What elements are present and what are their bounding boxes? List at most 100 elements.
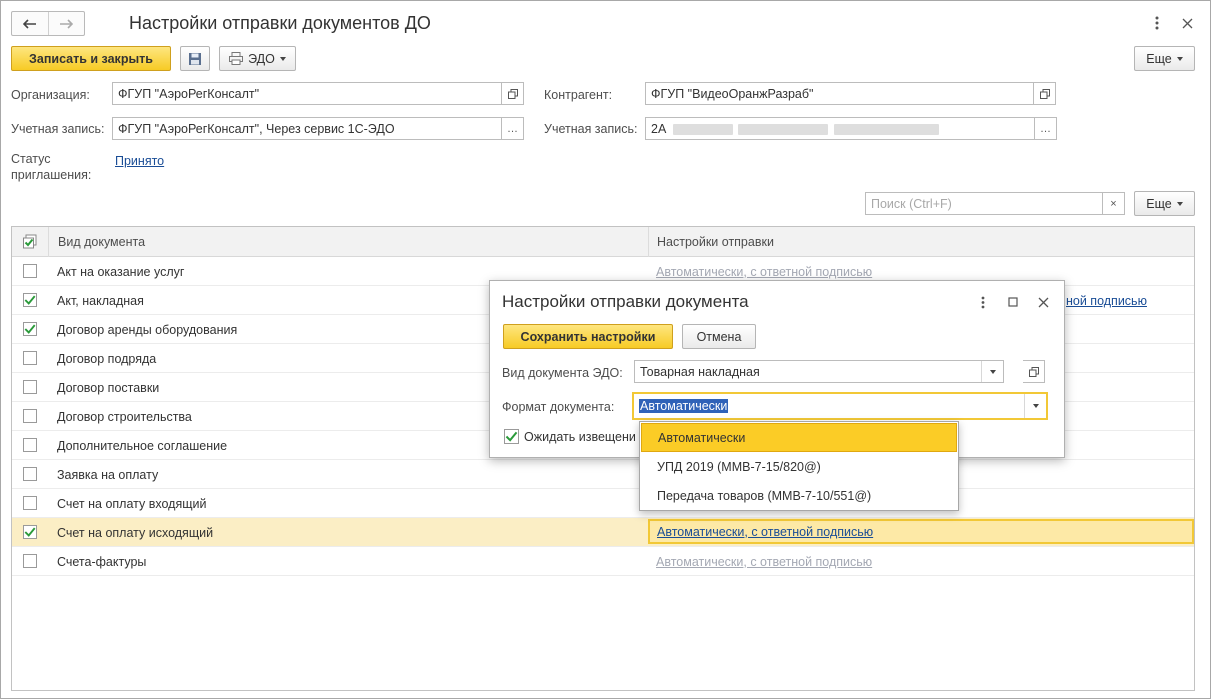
cancel-button[interactable]: Отмена	[682, 324, 756, 349]
row-checkbox[interactable]	[23, 409, 37, 423]
account-field[interactable]: ФГУП "АэроРегКонсалт", Через сервис 1С-Э…	[112, 117, 502, 140]
row-checkbox[interactable]	[23, 467, 37, 481]
table-header: Вид документа Настройки отправки	[12, 227, 1194, 257]
row-checkbox[interactable]	[23, 264, 37, 278]
chevron-down-icon	[1176, 201, 1183, 206]
row-checkbox[interactable]	[23, 380, 37, 394]
check-all-icon	[23, 234, 37, 249]
check-icon	[24, 324, 36, 334]
row-checkbox[interactable]	[23, 438, 37, 452]
chevron-down-icon	[989, 369, 996, 374]
doc-type-value: Товарная накладная	[640, 364, 760, 379]
organization-field[interactable]: ФГУП "АэроРегКонсалт"	[112, 82, 502, 105]
document-type-cell: Счет на оплату входящий	[57, 496, 207, 511]
redacted-text	[738, 124, 828, 135]
table-row-selected[interactable]: Счет на оплату исходящий Автоматически, …	[12, 518, 1194, 547]
row-checkbox[interactable]	[23, 322, 37, 336]
status-link[interactable]: Принято	[115, 154, 164, 168]
doc-type-label: Вид документа ЭДО:	[502, 366, 623, 380]
save-settings-button[interactable]: Сохранить настройки	[503, 324, 673, 349]
row-checkbox[interactable]	[23, 525, 37, 539]
dropdown-option-goods-transfer[interactable]: Передача товаров (ММВ-7-10/551@)	[641, 481, 957, 510]
format-field[interactable]: Автоматически	[632, 392, 1048, 420]
row-checkbox[interactable]	[23, 554, 37, 568]
open-window-icon	[1028, 366, 1039, 377]
send-setting-link[interactable]: Автоматически, с ответной подписью	[656, 547, 872, 576]
row-checkbox[interactable]	[23, 351, 37, 365]
chevron-down-icon	[279, 56, 286, 61]
counterparty-account-value: 2А	[651, 121, 667, 136]
format-label: Формат документа:	[502, 400, 615, 414]
edo-menu-button[interactable]: ЭДО	[219, 46, 296, 71]
check-icon	[24, 527, 36, 537]
more-label: Еще	[1146, 51, 1172, 66]
more-vertical-icon	[981, 296, 985, 308]
format-value: Автоматически	[639, 399, 729, 413]
row-checkbox[interactable]	[23, 496, 37, 510]
dialog-close-button[interactable]	[1036, 295, 1050, 309]
save-button[interactable]	[180, 46, 210, 71]
doc-type-dropdown-button[interactable]	[981, 361, 1003, 382]
table-row[interactable]: Заявка на оплату	[12, 460, 1194, 489]
send-setting-link[interactable]: ной подписью	[1066, 286, 1147, 315]
wait-notification-label: Ожидать извещени	[524, 430, 636, 444]
counterparty-account-label: Учетная запись:	[544, 122, 638, 136]
document-type-cell: Дополнительное соглашение	[57, 438, 228, 453]
arrow-right-icon	[60, 18, 74, 29]
window-menu-button[interactable]	[1148, 14, 1166, 32]
dialog-maximize-button[interactable]	[1006, 295, 1020, 309]
column-send-settings[interactable]: Настройки отправки	[648, 227, 1194, 257]
account-label: Учетная запись:	[11, 122, 105, 136]
document-type-cell: Договор аренды оборудования	[57, 322, 238, 337]
more-vertical-icon	[1155, 16, 1159, 30]
counterparty-account-field[interactable]: 2А	[645, 117, 1035, 140]
table-row[interactable]: Счета-фактуры Автоматически, с ответной …	[12, 547, 1194, 576]
forward-button[interactable]	[47, 12, 84, 35]
check-icon	[24, 295, 36, 305]
document-type-cell: Заявка на оплату	[57, 467, 159, 482]
table-more-button[interactable]: Еще	[1134, 191, 1195, 216]
close-icon: ×	[1110, 197, 1117, 210]
format-dropdown-list: Автоматически УПД 2019 (ММВ-7-15/820@) П…	[639, 421, 959, 511]
document-type-cell: Акт на оказание услуг	[57, 264, 185, 279]
organization-label: Организация:	[11, 88, 90, 102]
document-type-cell: Договор поставки	[57, 380, 160, 395]
counterparty-account-select-button[interactable]: …	[1035, 117, 1057, 140]
document-type-cell: Акт, накладная	[57, 293, 144, 308]
account-select-button[interactable]: …	[502, 117, 524, 140]
dropdown-option-upd-2019[interactable]: УПД 2019 (ММВ-7-15/820@)	[641, 452, 957, 481]
send-setting-link[interactable]: Автоматически, с ответной подписью	[657, 525, 873, 539]
search-input[interactable]: Поиск (Ctrl+F)	[865, 192, 1103, 215]
table-row[interactable]: Счет на оплату входящий	[12, 489, 1194, 518]
dialog-menu-button[interactable]	[977, 294, 989, 310]
document-type-cell: Счет на оплату исходящий	[57, 525, 214, 540]
dropdown-option-auto[interactable]: Автоматически	[641, 423, 957, 452]
wait-notification-checkbox[interactable]	[504, 429, 519, 444]
save-and-close-button[interactable]: Записать и закрыть	[11, 46, 171, 71]
settings-window: Настройки отправки документов ДО Записат…	[0, 0, 1211, 699]
table-more-label: Еще	[1146, 196, 1172, 211]
floppy-disk-icon	[189, 52, 201, 65]
doc-type-field[interactable]: Товарная накладная	[634, 360, 1004, 383]
redacted-text	[834, 124, 939, 135]
counterparty-field[interactable]: ФГУП "ВидеоОранжРазраб"	[645, 82, 1034, 105]
more-button[interactable]: Еще	[1134, 46, 1195, 71]
column-document-type[interactable]: Вид документа	[48, 227, 648, 257]
send-setting-cell-active[interactable]: Автоматически, с ответной подписью	[648, 519, 1194, 544]
doc-type-open-button[interactable]	[1023, 360, 1045, 383]
chevron-down-icon	[1176, 56, 1183, 61]
format-dropdown-button[interactable]	[1024, 394, 1046, 418]
row-checkbox[interactable]	[23, 293, 37, 307]
organization-open-button[interactable]	[502, 82, 524, 105]
chevron-down-icon	[1032, 404, 1039, 408]
redacted-text	[673, 124, 733, 135]
counterparty-open-button[interactable]	[1034, 82, 1056, 105]
status-label-line2: приглашения:	[11, 168, 92, 182]
select-all-checkbox[interactable]	[12, 227, 48, 257]
close-icon	[1182, 18, 1192, 28]
window-close-button[interactable]	[1178, 14, 1196, 32]
back-button[interactable]	[12, 12, 48, 35]
close-icon	[1038, 297, 1048, 307]
document-type-cell: Договор строительства	[57, 409, 192, 424]
search-clear-button[interactable]: ×	[1103, 192, 1125, 215]
